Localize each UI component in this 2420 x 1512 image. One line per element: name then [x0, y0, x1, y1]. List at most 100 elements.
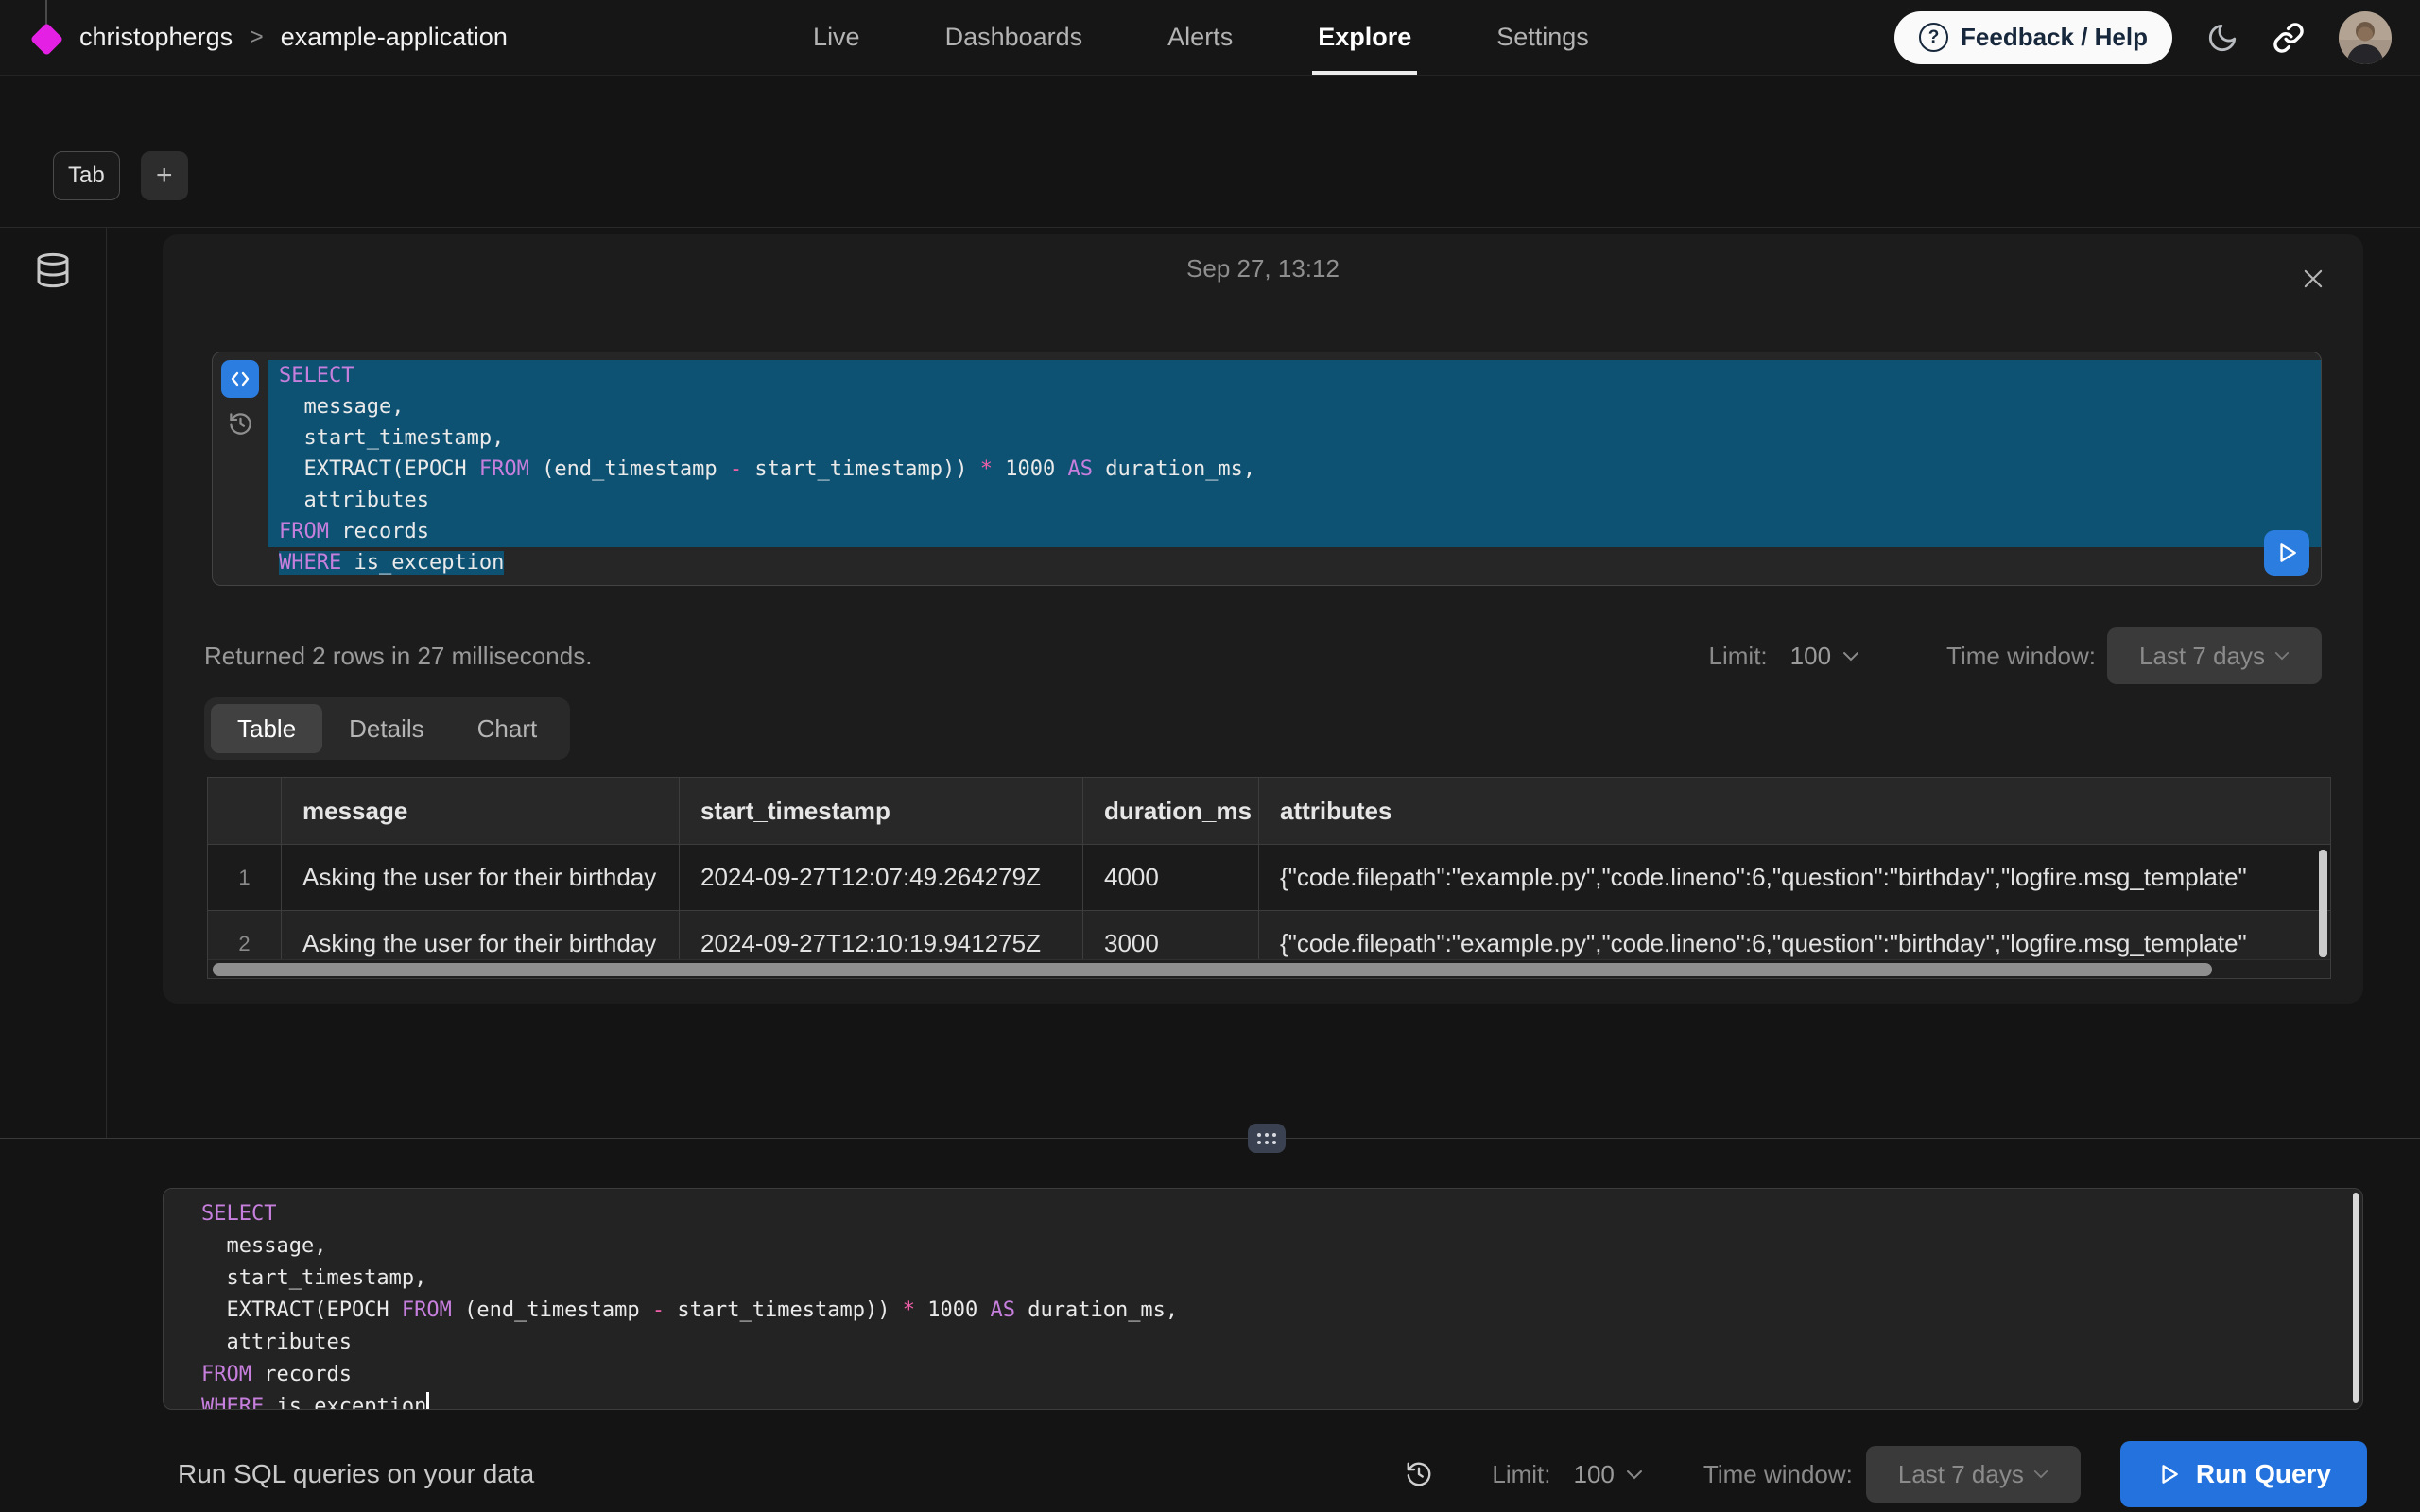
sql-line: message, — [201, 1230, 2362, 1263]
feedback-help-button[interactable]: ? Feedback / Help — [1894, 11, 2172, 64]
sql-line: attributes — [268, 485, 2321, 516]
limit-value-bottom[interactable]: 100 — [1574, 1460, 1615, 1489]
cell-start_timestamp: 2024-09-27T12:10:19.941275Z — [680, 911, 1083, 959]
logfire-logo[interactable] — [28, 0, 66, 76]
sql-line: FROM records — [201, 1359, 2362, 1391]
grip-dots-icon — [1257, 1133, 1276, 1144]
sql-line: EXTRACT(EPOCH FROM (end_timestamp - star… — [201, 1295, 2362, 1327]
main-nav: Live Dashboards Alerts Explore Settings — [508, 0, 1894, 75]
time-window-select-bottom[interactable]: Last 7 days — [1866, 1446, 2081, 1503]
breadcrumb-separator: > — [250, 24, 264, 51]
chevron-down-icon[interactable] — [1842, 651, 1859, 662]
history-clock-icon[interactable] — [228, 411, 253, 437]
table-header-row: messagestart_timestampduration_msattribu… — [208, 778, 2330, 844]
pane-resize-handle[interactable] — [1248, 1124, 1286, 1153]
query-result-card: Sep 27, 13:12 SELECT message, start_time… — [163, 234, 2363, 1004]
time-window-value-bottom: Last 7 days — [1898, 1460, 2024, 1489]
pane-split-line — [0, 1138, 2420, 1139]
logo-diamond-icon — [30, 22, 63, 55]
result-view-tabs: TableDetailsChart — [204, 697, 570, 760]
column-header-start_timestamp[interactable]: start_timestamp — [680, 778, 1083, 844]
add-tab-button[interactable]: + — [141, 151, 188, 200]
nav-item-explore[interactable]: Explore — [1312, 0, 1417, 75]
editor-scrollbar-thumb[interactable] — [2353, 1193, 2359, 1403]
result-meta-controls: Limit: 100 Time window: Last 7 days — [1709, 627, 2322, 684]
run-query-label: Run Query — [2196, 1459, 2331, 1489]
view-tab-details[interactable]: Details — [322, 704, 450, 753]
run-query-button[interactable]: Run Query — [2120, 1441, 2367, 1507]
result-meta-row: Returned 2 rows in 27 milliseconds. Limi… — [204, 627, 2322, 684]
cell-duration_ms: 3000 — [1083, 911, 1259, 959]
limit-label: Limit: — [1709, 642, 1768, 671]
user-avatar[interactable] — [2339, 11, 2392, 64]
cell-attributes: {"code.filepath":"example.py","code.line… — [1259, 845, 2330, 910]
column-header-message[interactable]: message — [282, 778, 680, 844]
sql-line: start_timestamp, — [201, 1263, 2362, 1295]
sql-preview-block: SELECT message, start_timestamp, EXTRACT… — [212, 352, 2322, 586]
time-window-label-bottom: Time window: — [1703, 1460, 1853, 1489]
sql-preview-gutter — [213, 352, 268, 585]
breadcrumb-project[interactable]: example-application — [281, 23, 508, 52]
bottom-bar-controls: Limit: 100 Time window: Last 7 days Run … — [1405, 1441, 2367, 1507]
breadcrumb-org[interactable]: christophergs — [79, 23, 233, 52]
table-row[interactable]: 2Asking the user for their birthday2024-… — [208, 910, 2330, 959]
sql-line: WHERE is_exception — [268, 547, 2321, 578]
code-brackets-icon[interactable] — [221, 360, 259, 398]
column-header-attributes[interactable]: attributes — [1259, 778, 2330, 844]
view-tab-chart[interactable]: Chart — [451, 704, 564, 753]
nav-item-alerts[interactable]: Alerts — [1162, 0, 1238, 75]
sql-line: start_timestamp, — [268, 422, 2321, 454]
share-link-icon[interactable] — [2273, 22, 2305, 54]
feedback-help-label: Feedback / Help — [1961, 23, 2148, 52]
query-tabs-bar: Tab + — [53, 151, 188, 200]
breadcrumb: christophergs > example-application — [79, 23, 508, 52]
cell-message: Asking the user for their birthday — [282, 911, 680, 959]
horizontal-scrollbar[interactable] — [208, 959, 2330, 978]
left-sidebar — [0, 228, 107, 1138]
sql-line: FROM records — [268, 516, 2321, 547]
results-table-clip: messagestart_timestampduration_msattribu… — [208, 778, 2330, 959]
tab-chip[interactable]: Tab — [53, 151, 120, 200]
limit-label-bottom: Limit: — [1492, 1460, 1550, 1489]
view-tab-table[interactable]: Table — [211, 704, 322, 753]
sql-preview[interactable]: SELECT message, start_timestamp, EXTRACT… — [268, 352, 2321, 585]
horizontal-scrollbar-thumb[interactable] — [213, 963, 2212, 976]
database-icon[interactable] — [34, 250, 72, 290]
run-selection-play-icon[interactable] — [2264, 530, 2309, 576]
topbar-actions: ? Feedback / Help — [1894, 11, 2392, 64]
sql-editor[interactable]: SELECT message, start_timestamp, EXTRACT… — [163, 1188, 2363, 1410]
results-table: messagestart_timestampduration_msattribu… — [207, 777, 2331, 979]
nav-item-live[interactable]: Live — [807, 0, 866, 75]
cell-message: Asking the user for their birthday — [282, 845, 680, 910]
sql-line: attributes — [201, 1327, 2362, 1359]
bottom-action-bar: Run SQL queries on your data Limit: 100 … — [0, 1436, 2420, 1512]
editor-hint-text: Run SQL queries on your data — [178, 1459, 534, 1489]
cell-attributes: {"code.filepath":"example.py","code.line… — [1259, 911, 2330, 959]
query-history-icon[interactable] — [1405, 1460, 1433, 1488]
sql-line: SELECT — [268, 360, 2321, 391]
time-window-label: Time window: — [1946, 642, 2096, 671]
vertical-scrollbar-thumb[interactable] — [2319, 850, 2327, 957]
sql-line: SELECT — [201, 1198, 2362, 1230]
question-circle-icon: ? — [1919, 23, 1948, 52]
table-corner-cell — [208, 778, 282, 844]
top-navigation-bar: christophergs > example-application Live… — [0, 0, 2420, 76]
row-number: 2 — [208, 911, 282, 959]
chevron-down-icon[interactable] — [1626, 1469, 1643, 1480]
cell-start_timestamp: 2024-09-27T12:07:49.264279Z — [680, 845, 1083, 910]
time-window-select[interactable]: Last 7 days — [2107, 627, 2322, 684]
nav-item-settings[interactable]: Settings — [1491, 0, 1595, 75]
sql-line: WHERE is_exception — [201, 1391, 2362, 1410]
result-timestamp: Sep 27, 13:12 — [1186, 254, 1340, 284]
limit-value[interactable]: 100 — [1790, 642, 1831, 671]
result-card-header: Sep 27, 13:12 — [204, 234, 2322, 302]
close-icon[interactable] — [2297, 263, 2329, 295]
column-header-duration_ms[interactable]: duration_ms — [1083, 778, 1259, 844]
text-cursor — [426, 1392, 429, 1410]
table-row[interactable]: 1Asking the user for their birthday2024-… — [208, 844, 2330, 910]
result-meta-text: Returned 2 rows in 27 milliseconds. — [204, 642, 592, 671]
nav-item-dashboards[interactable]: Dashboards — [940, 0, 1089, 75]
theme-toggle-moon-icon[interactable] — [2206, 22, 2238, 54]
time-window-value: Last 7 days — [2139, 642, 2265, 671]
cell-duration_ms: 4000 — [1083, 845, 1259, 910]
